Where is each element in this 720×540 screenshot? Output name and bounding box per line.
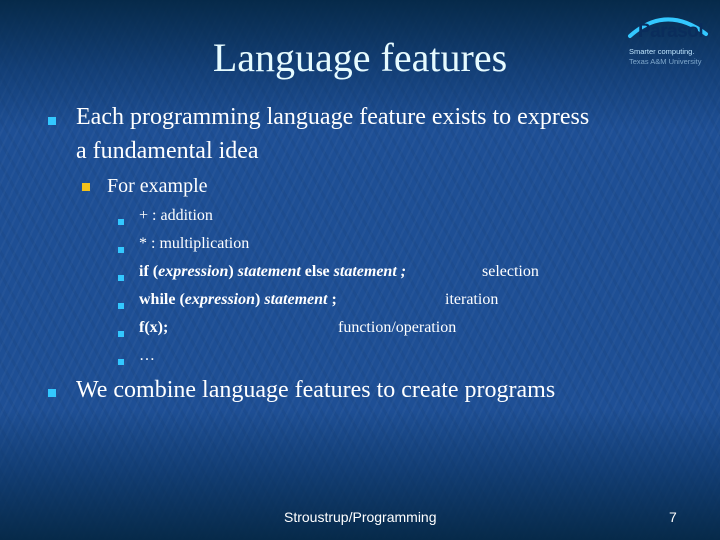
iteration-label: iteration [445,289,498,311]
bullet-text: We combine language features to create p… [76,377,556,403]
statement-text: statement [264,291,328,308]
bullet-item-continuation: a fundamental idea [76,134,259,169]
description-text: selection [482,263,539,280]
selection-label: selection [482,261,539,283]
sub-bullet-item: For example [107,173,208,199]
code-text: + [139,207,149,224]
sub-bullet-icon [82,183,90,191]
example-iteration: while (expression) statement ; [139,289,337,311]
keyword-text: ) [228,263,238,280]
example-multiplication: * : multiplication [139,233,249,255]
expression-text: expression [158,263,229,280]
keyword-text: if ( [139,263,159,280]
example-addition: + : addition [139,205,213,227]
example-function: f(x); [139,317,168,339]
function-label: function/operation [338,317,456,339]
footer-text: Stroustrup/Programming [284,509,437,525]
code-text: f(x); [139,319,169,336]
ellipsis-text: … [139,347,155,364]
bullet-text: a fundamental idea [76,138,259,164]
logo-brand: Parasol [638,21,704,42]
sub-sub-bullet-icon [118,247,124,253]
code-text: * [139,235,147,252]
statement-text: statement ; [333,263,407,280]
bullet-icon [48,117,56,125]
logo-university: Texas A&M University [629,57,702,66]
keyword-text: while ( [139,291,185,308]
slide: Language features Parasol Smarter comput… [0,0,720,540]
example-selection: if (expression) statement else statement… [139,261,406,283]
page-number: 7 [669,509,677,525]
bullet-item: Each programming language feature exists… [76,100,589,135]
description-text: function/operation [338,319,457,336]
sub-sub-bullet-icon [118,359,124,365]
expression-text: expression [184,291,256,308]
keyword-text: ; [327,291,337,308]
description-text: : addition [148,207,213,224]
bullet-icon [48,389,56,397]
logo-tagline: Smarter computing. [629,47,695,56]
description-text: : multiplication [147,235,250,252]
description-text: iteration [445,291,499,308]
bullet-text: For example [107,175,208,197]
bullet-text: Each programming language feature exists… [76,104,590,130]
keyword-text: ) [255,291,265,308]
example-ellipsis: … [139,345,155,367]
sub-sub-bullet-icon [118,303,124,309]
statement-text: statement [237,263,301,280]
sub-sub-bullet-icon [118,219,124,225]
sub-sub-bullet-icon [118,331,124,337]
sub-sub-bullet-icon [118,275,124,281]
keyword-text: else [300,263,334,280]
bullet-item: We combine language features to create p… [76,373,555,408]
parasol-logo: Parasol Smarter computing. Texas A&M Uni… [626,10,710,68]
slide-title: Language features [212,35,508,80]
